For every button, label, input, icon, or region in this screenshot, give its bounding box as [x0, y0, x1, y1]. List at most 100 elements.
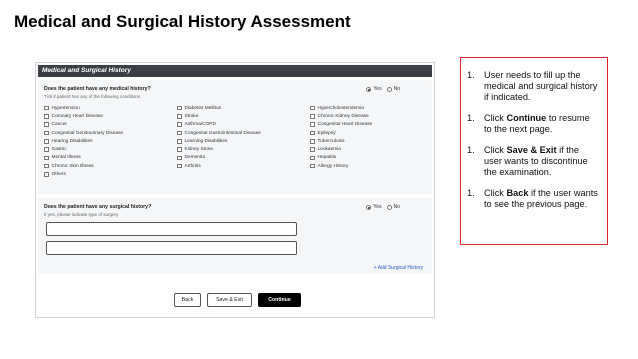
condition-item[interactable]: Others	[44, 170, 123, 178]
condition-item[interactable]: Stroke	[177, 112, 261, 120]
instruction-number: 1.	[467, 113, 475, 123]
section-header: Medical and Surgical History	[38, 65, 432, 77]
condition-checkbox[interactable]	[310, 105, 315, 111]
condition-item[interactable]: Leukaemia	[310, 145, 372, 153]
condition-checkbox[interactable]	[44, 155, 49, 161]
condition-label: Hypercholesterolemia	[317, 105, 364, 111]
condition-label: Asthma/COPD	[184, 122, 216, 128]
instruction-text-part: Click	[484, 145, 507, 155]
condition-item[interactable]: Allergy History	[310, 162, 372, 170]
medical-history-panel: Does the patient have any medical histor…	[38, 80, 432, 194]
instructions-box: 1. User needs to fill up the medical and …	[460, 57, 608, 245]
condition-item[interactable]: Dementia	[177, 154, 261, 162]
condition-checkbox[interactable]	[44, 130, 49, 136]
condition-checkbox[interactable]	[44, 172, 49, 177]
surgical-no-option[interactable]: No	[386, 204, 400, 210]
condition-label: Dementia	[184, 155, 206, 161]
back-button[interactable]: Back	[174, 293, 201, 307]
instruction-text-part: Click	[484, 188, 507, 198]
condition-checkbox[interactable]	[44, 105, 49, 111]
condition-item[interactable]: Kidney Stone	[177, 145, 261, 153]
condition-label: Mental Illness	[51, 155, 81, 161]
surgical-yes-radio[interactable]	[366, 204, 372, 210]
conditions-column: Diabetes Mellitus Stroke Asthma/COPD Congen…	[177, 104, 261, 170]
condition-checkbox[interactable]	[44, 163, 49, 169]
condition-checkbox[interactable]	[310, 155, 315, 161]
condition-item[interactable]: Learning Disabilities	[177, 137, 261, 145]
surgical-question: Does the patient have any surgical histo…	[44, 204, 152, 210]
medical-yes-radio[interactable]	[366, 86, 372, 92]
condition-checkbox[interactable]	[177, 105, 182, 111]
condition-label: Hepatitis	[317, 155, 337, 161]
condition-checkbox[interactable]	[177, 139, 182, 144]
condition-item[interactable]: Tuberculosis	[310, 137, 372, 145]
condition-item[interactable]: Hypertension	[44, 104, 123, 112]
condition-label: Kidney Stone	[184, 147, 214, 153]
condition-item[interactable]: Chronic Kidney Disease	[310, 112, 372, 120]
instruction-number: 1.	[467, 70, 475, 80]
condition-label: Stroke	[184, 113, 199, 119]
condition-checkbox[interactable]	[44, 147, 49, 152]
condition-item[interactable]: Epilepsy	[310, 129, 372, 137]
medical-yes-option[interactable]: Yes	[366, 86, 382, 92]
condition-label: Others	[51, 172, 66, 178]
condition-checkbox[interactable]	[310, 114, 315, 119]
condition-item[interactable]: Diabetes Mellitus	[177, 104, 261, 112]
condition-item[interactable]: Hepatitis	[310, 154, 372, 162]
surgery-type-input-1[interactable]	[46, 222, 297, 236]
condition-checkbox[interactable]	[44, 139, 49, 144]
condition-item[interactable]: Arthritis	[177, 162, 261, 170]
condition-item[interactable]: Congenital Genitourinary Disease	[44, 129, 123, 137]
condition-checkbox[interactable]	[310, 130, 315, 136]
condition-label: Allergy History	[317, 163, 349, 169]
condition-item[interactable]: Cancer	[44, 121, 123, 129]
condition-label: Learning Disabilities	[184, 138, 228, 144]
condition-item[interactable]: Congenital Gastrointestinal Disease	[177, 129, 261, 137]
instruction-number: 1.	[467, 145, 475, 155]
instruction-text-part: User needs to fill up the medical and su…	[484, 70, 598, 102]
condition-label: Coronary Heart Disease	[51, 113, 103, 119]
condition-item[interactable]: Hearing Disabilities	[44, 137, 123, 145]
add-surgical-history-link[interactable]: + Add Surgical History	[374, 265, 423, 271]
surgical-no-radio[interactable]	[386, 204, 392, 210]
condition-label: Chronic Kidney Disease	[317, 113, 369, 119]
surgical-yes-label: Yes	[373, 204, 382, 210]
condition-item[interactable]: Mental Illness	[44, 154, 123, 162]
condition-checkbox[interactable]	[44, 122, 49, 127]
condition-checkbox[interactable]	[310, 163, 315, 169]
save-exit-button[interactable]: Save & Exit	[207, 293, 252, 307]
condition-label: Congenital Heart Disease	[317, 122, 373, 128]
condition-item[interactable]: Coronary Heart Disease	[44, 112, 123, 120]
condition-checkbox[interactable]	[310, 122, 315, 127]
condition-checkbox[interactable]	[177, 114, 182, 119]
instruction-keyword: Back	[506, 188, 529, 198]
condition-checkbox[interactable]	[310, 139, 315, 144]
condition-label: Diabetes Mellitus	[184, 105, 222, 111]
medical-question: Does the patient have any medical histor…	[44, 86, 151, 92]
condition-item[interactable]: Gastric	[44, 145, 123, 153]
condition-checkbox[interactable]	[177, 155, 182, 161]
medical-radio-group: Yes No	[366, 86, 400, 92]
medical-no-label: No	[393, 86, 400, 92]
condition-checkbox[interactable]	[310, 147, 315, 152]
condition-item[interactable]: Hypercholesterolemia	[310, 104, 372, 112]
condition-item[interactable]: Congenital Heart Disease	[310, 121, 372, 129]
condition-label: Arthritis	[184, 163, 201, 169]
condition-label: Cancer	[51, 122, 67, 128]
condition-checkbox[interactable]	[177, 122, 182, 127]
condition-item[interactable]: Asthma/COPD	[177, 121, 261, 129]
medical-no-option[interactable]: No	[386, 86, 400, 92]
condition-checkbox[interactable]	[44, 114, 49, 119]
surgical-yes-option[interactable]: Yes	[366, 204, 382, 210]
continue-button[interactable]: Continue	[258, 293, 301, 307]
condition-label: Tuberculosis	[317, 138, 345, 144]
medical-no-radio[interactable]	[386, 86, 392, 92]
surgery-type-input-2[interactable]	[46, 241, 297, 255]
condition-checkbox[interactable]	[177, 147, 182, 152]
instruction-text: Click Continue to resume to the next pag…	[484, 113, 599, 135]
condition-item[interactable]: Chronic Skin Illness	[44, 162, 123, 170]
condition-checkbox[interactable]	[177, 163, 182, 169]
condition-checkbox[interactable]	[177, 130, 182, 136]
condition-label: Congenital Gastrointestinal Disease	[184, 130, 261, 136]
condition-label: Hearing Disabilities	[51, 138, 93, 144]
